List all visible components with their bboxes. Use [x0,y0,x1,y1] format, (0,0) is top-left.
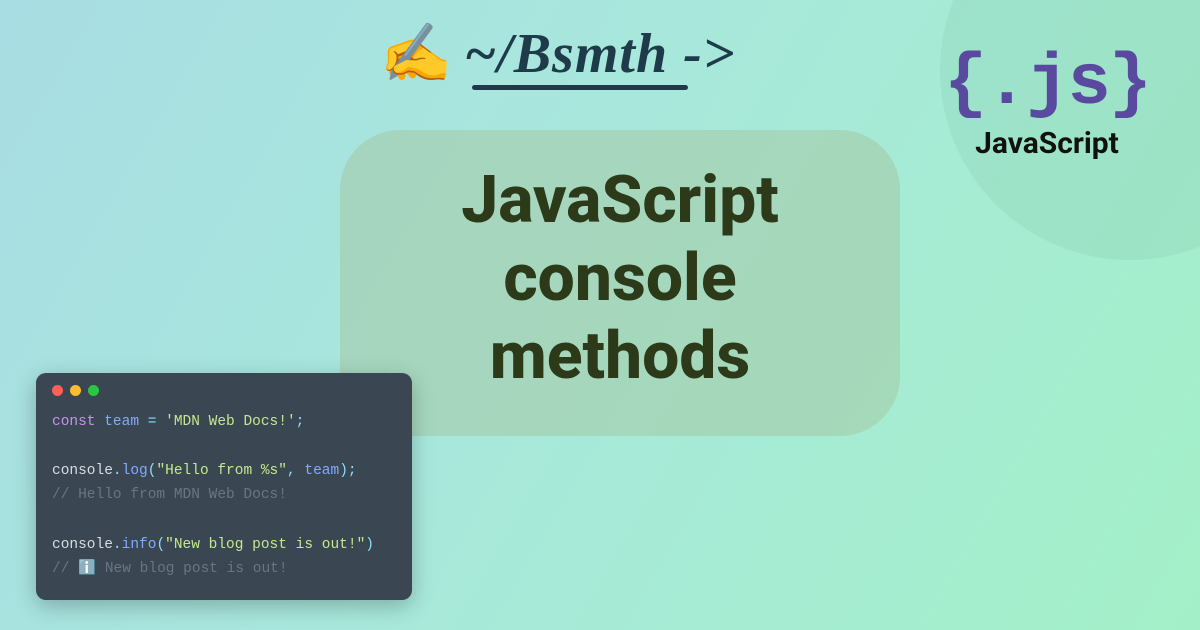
close-icon [52,385,63,396]
minimize-icon [70,385,81,396]
code-content: const team = 'MDN Web Docs!'; console.lo… [52,410,396,582]
js-braces-icon: {.js} [944,48,1150,120]
code-token: team [96,414,140,430]
title-card: JavaScript console methods [340,130,900,436]
code-token: team [304,463,339,479]
code-token: "New blog post is out!" [165,537,365,553]
code-token: ) [365,537,374,553]
code-comment: // ℹ️ New blog post is out! [52,561,288,577]
code-token: ( [156,537,165,553]
code-snippet-window: const team = 'MDN Web Docs!'; console.lo… [36,373,412,600]
code-comment: // Hello from MDN Web Docs! [52,487,287,503]
window-traffic-lights [52,385,396,396]
author-signature-block: ✍️ ~/Bsmth -> [380,22,736,86]
author-signature: ~/Bsmth -> [464,22,735,86]
maximize-icon [88,385,99,396]
javascript-logo: {.js} JavaScript [944,48,1150,161]
code-token: console [52,537,113,553]
code-token: ); [339,463,356,479]
code-token: "Hello from %s" [156,463,287,479]
js-label: JavaScript [944,126,1150,161]
code-token: log [122,463,148,479]
code-token: . [113,537,122,553]
title-line-2: console methods [490,240,751,395]
code-token: , [287,463,304,479]
code-token: . [113,463,122,479]
code-token: info [122,537,157,553]
code-token: console [52,463,113,479]
writing-hand-icon: ✍️ [380,25,452,83]
code-token: = [139,414,165,430]
code-token: 'MDN Web Docs!' [165,414,296,430]
code-token: ; [296,414,305,430]
code-token: const [52,414,96,430]
title-line-1: JavaScript [461,162,779,239]
page-title: JavaScript console methods [382,162,858,396]
